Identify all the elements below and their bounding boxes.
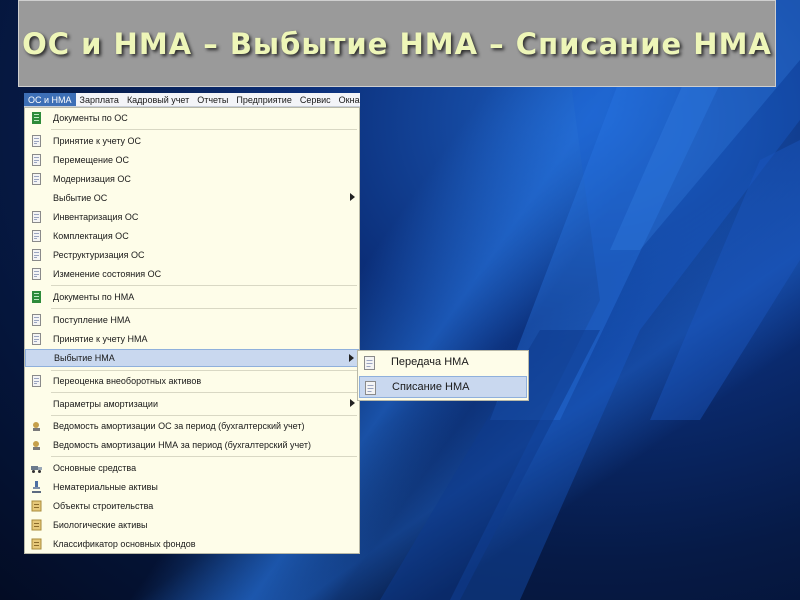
catalog-icon	[31, 538, 42, 550]
menubar-item-enterprise[interactable]: Предприятие	[232, 93, 295, 106]
catalog-icon	[31, 519, 42, 531]
menu-item-os-restructuring[interactable]: Реструктуризация ОС	[25, 246, 359, 264]
menu-item-label: Перемещение ОС	[53, 155, 129, 165]
document-icon	[31, 333, 42, 345]
document-icon	[31, 249, 42, 261]
document-icon	[31, 375, 42, 387]
document-icon	[31, 268, 42, 280]
menu-item-label: Выбытие НМА	[54, 353, 115, 363]
menu-item-label: Переоценка внеоборотных активов	[53, 376, 202, 386]
menu-item-label: Ведомость амортизации НМА за период (бух…	[53, 440, 312, 450]
submenu-item-nma-transfer[interactable]: Передача НМА	[359, 352, 527, 374]
menu-item-os-depreciation-report[interactable]: Ведомость амортизации ОС за период (бухг…	[25, 417, 359, 435]
menu-item-label: Реструктуризация ОС	[53, 250, 145, 260]
menu-separator	[51, 370, 357, 371]
nma-disposal-submenu: Передача НМА Списание НМА	[357, 350, 529, 401]
document-icon	[363, 356, 376, 370]
menubar-item-service[interactable]: Сервис	[296, 93, 335, 106]
menu-item-fixed-assets-classifier[interactable]: Классификатор основных фондов	[25, 535, 359, 553]
report-icon	[31, 439, 42, 451]
menu-item-fixed-assets[interactable]: Основные средства	[25, 459, 359, 477]
document-icon	[31, 211, 42, 223]
menu-item-depreciation-params[interactable]: Параметры амортизации	[25, 395, 359, 413]
microscope-icon	[31, 481, 42, 493]
menu-item-construction-objects[interactable]: Объекты строительства	[25, 497, 359, 515]
document-icon	[31, 154, 42, 166]
menu-item-label: Инвентаризация ОС	[53, 212, 139, 222]
menu-item-os-transfer[interactable]: Перемещение ОС	[25, 151, 359, 169]
menu-item-os-inventory[interactable]: Инвентаризация ОС	[25, 208, 359, 226]
menubar-item-windows[interactable]: Окна	[335, 93, 360, 106]
journal-green-icon	[31, 291, 42, 303]
submenu-arrow-icon	[350, 399, 355, 407]
document-icon	[31, 230, 42, 242]
menu-separator	[51, 415, 357, 416]
menu-separator	[51, 456, 357, 457]
menu-item-label: Принятие к учету ОС	[53, 136, 142, 146]
menu-item-label: Объекты строительства	[53, 501, 154, 511]
slide-title: ОС и НМА – Выбытие НМА – Списание НМА	[22, 26, 772, 61]
menubar-item-salary[interactable]: Зарплата	[76, 93, 123, 106]
menu-item-os-state-change[interactable]: Изменение состояния ОС	[25, 265, 359, 283]
document-icon	[31, 314, 42, 326]
document-icon	[364, 381, 377, 395]
menu-item-label: Принятие к учету НМА	[53, 334, 148, 344]
submenu-item-label: Списание НМА	[392, 381, 470, 393]
menu-item-label: Ведомость амортизации ОС за период (бухг…	[53, 421, 305, 431]
menu-item-intangible-assets[interactable]: Нематериальные активы	[25, 478, 359, 496]
menu-item-label: Документы по ОС	[53, 113, 128, 123]
menubar-item-reports[interactable]: Отчеты	[193, 93, 232, 106]
menu-item-label: Параметры амортизации	[53, 399, 158, 409]
menu-item-label: Поступление НМА	[53, 315, 131, 325]
menu-item-nma-documents[interactable]: Документы по НМА	[25, 288, 359, 306]
submenu-item-nma-write-off[interactable]: Списание НМА	[359, 376, 527, 398]
menu-item-nma-receipt[interactable]: Поступление НМА	[25, 311, 359, 329]
menu-item-os-assembly[interactable]: Комплектация ОС	[25, 227, 359, 245]
catalog-icon	[31, 500, 42, 512]
menubar-item-os-nma[interactable]: ОС и НМА	[24, 93, 76, 106]
menu-item-os-disposal[interactable]: Выбытие ОС	[25, 189, 359, 207]
menu-item-revaluation[interactable]: Переоценка внеоборотных активов	[25, 372, 359, 390]
menubar-item-hr[interactable]: Кадровый учет	[123, 93, 193, 106]
report-icon	[31, 420, 42, 432]
menu-item-os-acceptance[interactable]: Принятие к учету ОС	[25, 132, 359, 150]
menu-item-label: Основные средства	[53, 463, 137, 473]
menu-separator	[51, 392, 357, 393]
menu-item-os-modernization[interactable]: Модернизация ОС	[25, 170, 359, 188]
document-icon	[31, 173, 42, 185]
menu-item-biological-assets[interactable]: Биологические активы	[25, 516, 359, 534]
menu-item-nma-depreciation-report[interactable]: Ведомость амортизации НМА за период (бух…	[25, 436, 359, 454]
slide-title-box: ОС и НМА – Выбытие НМА – Списание НМА	[18, 0, 776, 87]
menu-item-label: Комплектация ОС	[53, 231, 129, 241]
journal-green-icon	[31, 112, 42, 124]
menu-item-label: Биологические активы	[53, 520, 148, 530]
submenu-arrow-icon	[350, 193, 355, 201]
menu-item-label: Нематериальные активы	[53, 482, 158, 492]
submenu-arrow-icon	[349, 354, 354, 362]
truck-icon	[31, 462, 42, 474]
menubar: ОС и НМА Зарплата Кадровый учет Отчеты П…	[24, 93, 360, 107]
submenu-item-label: Передача НМА	[391, 356, 469, 368]
menu-item-label: Выбытие ОС	[53, 193, 108, 203]
menu-item-nma-acceptance[interactable]: Принятие к учету НМА	[25, 330, 359, 348]
menu-item-label: Модернизация ОС	[53, 174, 131, 184]
menu-item-os-documents[interactable]: Документы по ОС	[25, 109, 359, 127]
menu-separator	[51, 129, 357, 130]
menu-item-label: Классификатор основных фондов	[53, 539, 196, 549]
menu-separator	[51, 308, 357, 309]
menu-item-nma-disposal[interactable]: Выбытие НМА	[25, 349, 359, 367]
menu-separator	[51, 285, 357, 286]
menu-item-label: Документы по НМА	[53, 292, 135, 302]
menu-item-label: Изменение состояния ОС	[53, 269, 162, 279]
document-icon	[31, 135, 42, 147]
os-nma-dropdown-menu: Документы по ОС Принятие к учету ОС Пере…	[24, 107, 360, 554]
